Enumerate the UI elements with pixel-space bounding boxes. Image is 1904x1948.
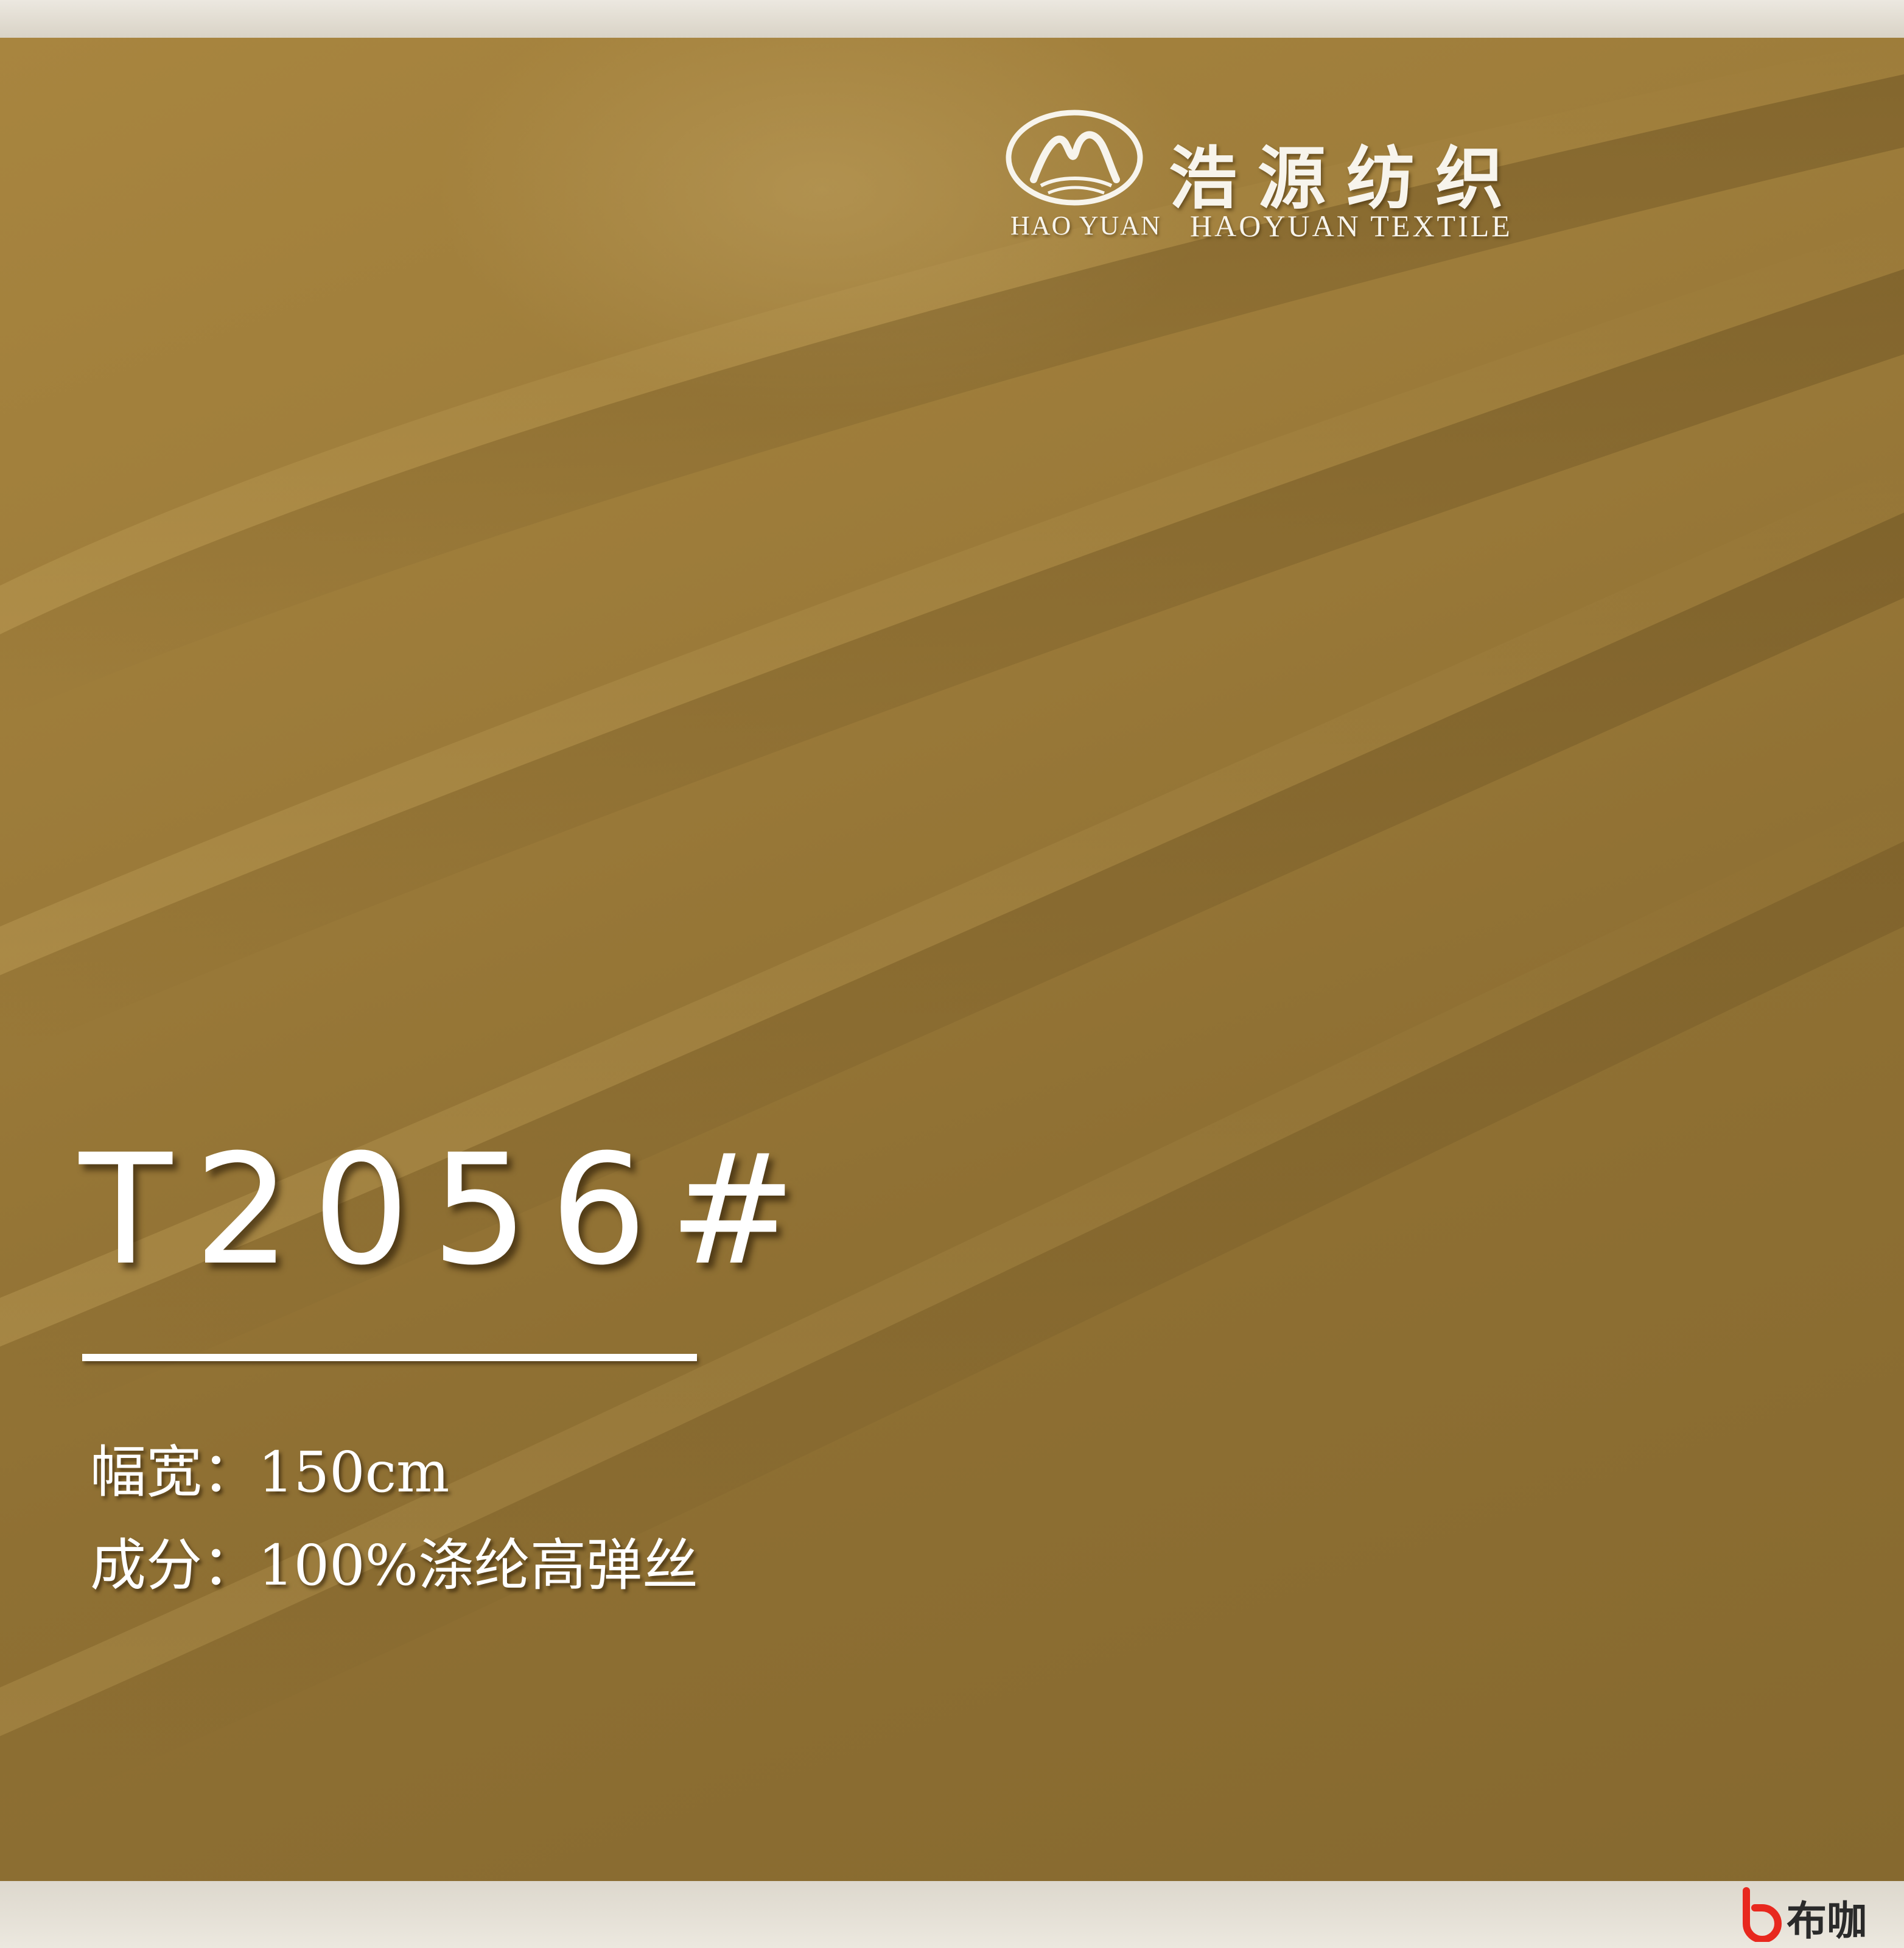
fabric-photo: 浩源纺织 HAO YUAN HAOYUAN TEXTILE T2056# 幅宽：… bbox=[0, 38, 1904, 1881]
bottom-frame bbox=[0, 1881, 1904, 1948]
product-code: T2056# bbox=[79, 1121, 819, 1298]
watermark: 布咖 bbox=[1738, 1887, 1890, 1944]
brand-name-en: HAOYUAN TEXTILE bbox=[1190, 209, 1513, 243]
brand-name-cn: 浩源纺织 bbox=[1169, 139, 1524, 219]
brand-logo: 浩源纺织 HAO YUAN HAOYUAN TEXTILE bbox=[1004, 108, 1552, 248]
haoyuan-emblem-icon bbox=[1006, 110, 1143, 206]
top-frame bbox=[0, 0, 1904, 38]
spec-width: 幅宽：150cm bbox=[90, 1440, 450, 1505]
divider-line bbox=[82, 1354, 697, 1361]
brand-name-en-short: HAO YUAN bbox=[1010, 211, 1161, 240]
watermark-text: 布咖 bbox=[1787, 1897, 1867, 1944]
spec-composition: 成分：100%涤纶高弹丝 bbox=[90, 1533, 699, 1598]
buka-b-icon bbox=[1743, 1887, 1782, 1942]
fabric-folds bbox=[0, 38, 1904, 1827]
